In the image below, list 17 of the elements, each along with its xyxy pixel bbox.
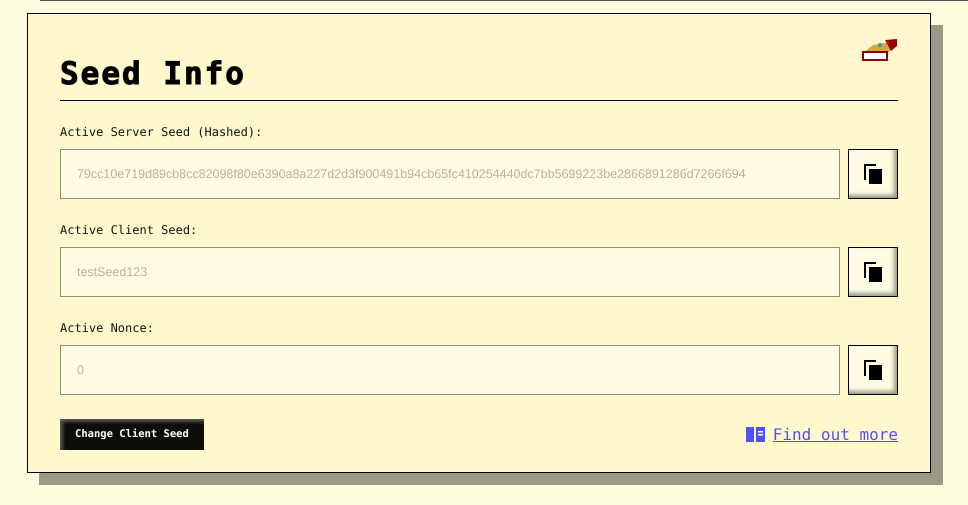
copy-button[interactable] bbox=[848, 149, 898, 199]
field-label: Active Server Seed (Hashed): bbox=[60, 124, 264, 141]
card-title: Seed Info bbox=[60, 59, 246, 90]
copy-icon bbox=[864, 360, 882, 380]
book-icon bbox=[746, 427, 765, 442]
copy-icon bbox=[864, 164, 882, 184]
find-out-more-link[interactable]: Find out more bbox=[772, 422, 898, 446]
input-field[interactable]: 79cc10e719d89cb8cc82098f80e6390a8a227d2d3f900491b94cb65fc410254440dc7bb5699223be2866891286d7266f694 bbox=[60, 149, 840, 199]
copy-button[interactable] bbox=[848, 345, 898, 395]
change-seed-button[interactable]: Change Client Seed bbox=[60, 419, 204, 450]
field-label: Active Nonce: bbox=[60, 320, 155, 337]
input-field[interactable]: testSeed123 bbox=[60, 247, 840, 297]
copy-button[interactable] bbox=[848, 247, 898, 297]
book-icon bbox=[861, 38, 898, 61]
field-label: Active Client Seed: bbox=[60, 222, 198, 239]
input-field[interactable]: 0 bbox=[60, 345, 840, 395]
copy-icon bbox=[864, 262, 882, 282]
